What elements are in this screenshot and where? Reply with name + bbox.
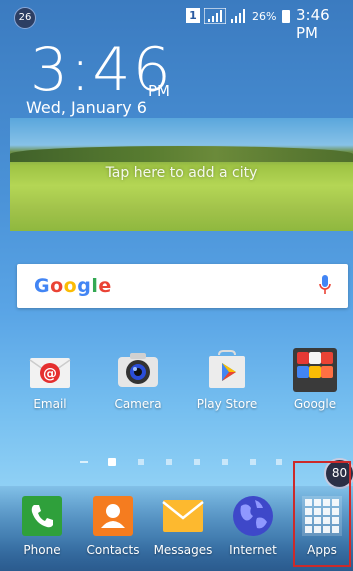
page-dot	[222, 459, 228, 465]
page-dot	[250, 459, 256, 465]
page-dot	[194, 459, 200, 465]
apps-highlight-box	[293, 461, 351, 567]
battery-percent: 26%	[252, 10, 277, 23]
google-folder-icon	[293, 348, 337, 392]
messages-icon	[161, 494, 205, 538]
signal-bars-icon	[231, 9, 245, 23]
page-dot	[166, 459, 172, 465]
clock-ampm: PM	[148, 82, 170, 100]
app-camera[interactable]: Camera	[106, 348, 170, 411]
battery-icon	[282, 10, 290, 23]
page-dot	[138, 459, 144, 465]
google-logo: Google	[34, 275, 112, 297]
app-play-store[interactable]: Play Store	[195, 348, 259, 411]
microphone-icon[interactable]	[319, 275, 331, 297]
page-dot	[108, 458, 116, 466]
weather-widget[interactable]: Tap here to add a city	[10, 118, 353, 231]
sim-indicator: 1	[186, 8, 200, 23]
notification-count-badge: 26	[14, 7, 36, 29]
dock-internet[interactable]: Internet	[221, 494, 285, 557]
clock-date: Wed, January 6	[26, 98, 147, 117]
status-time: 3:46 PM	[296, 6, 330, 42]
page-dot	[276, 459, 282, 465]
dock-messages[interactable]: Messages	[151, 494, 215, 557]
google-search-bar[interactable]: Google	[17, 264, 348, 308]
app-google-folder[interactable]: Google	[283, 348, 347, 411]
page-indicator	[80, 457, 282, 467]
app-email[interactable]: @ Email	[18, 348, 82, 411]
svg-text:@: @	[43, 366, 57, 382]
email-icon: @	[28, 348, 72, 392]
home-page-dash	[80, 461, 88, 463]
signal-strength-icon	[204, 8, 226, 24]
phone-icon	[20, 494, 64, 538]
play-store-icon	[205, 348, 249, 392]
internet-globe-icon	[231, 494, 275, 538]
weather-add-city-text: Tap here to add a city	[105, 165, 258, 181]
dock-contacts[interactable]: Contacts	[81, 494, 145, 557]
status-bar: 26 1 26% 3:46 PM	[0, 0, 353, 42]
dock-phone[interactable]: Phone	[10, 494, 74, 557]
camera-icon	[116, 348, 160, 392]
contacts-icon	[91, 494, 135, 538]
